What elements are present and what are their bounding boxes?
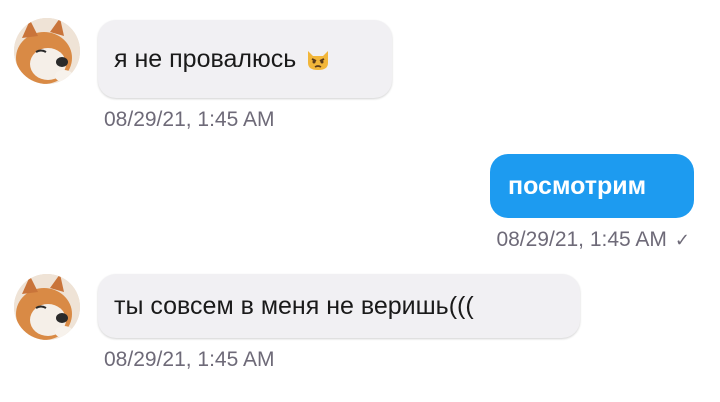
pouting-cat-emoji-icon [304,45,332,73]
chat-thread: я не провалюсь 08/29/21, 1:45 AM посмотр… [0,0,720,402]
message-timestamp: 08/29/21, 1:45 AM [104,348,275,371]
message-bubble-incoming[interactable]: я не провалюсь [98,20,392,98]
message-timestamp: 08/29/21, 1:45 AM [104,108,275,131]
message-bubble-incoming[interactable]: ты совсем в меня не веришь((( [98,274,580,338]
message-text: ты совсем в меня не веришь((( [114,292,474,320]
shiba-dog-avatar-icon [14,274,80,340]
avatar[interactable] [14,274,80,340]
avatar[interactable] [14,18,80,84]
message-timestamp: 08/29/21, 1:45 AM [496,228,667,251]
message-bubble-outgoing[interactable]: посмотрим [490,154,694,218]
message-text: я не провалюсь [114,45,297,73]
check-icon: ✓ [674,230,690,250]
shiba-dog-avatar-icon [14,18,80,84]
message-text: посмотрим [508,172,647,200]
message-timestamp-row: 08/29/21, 1:45 AM ✓ [496,228,690,252]
